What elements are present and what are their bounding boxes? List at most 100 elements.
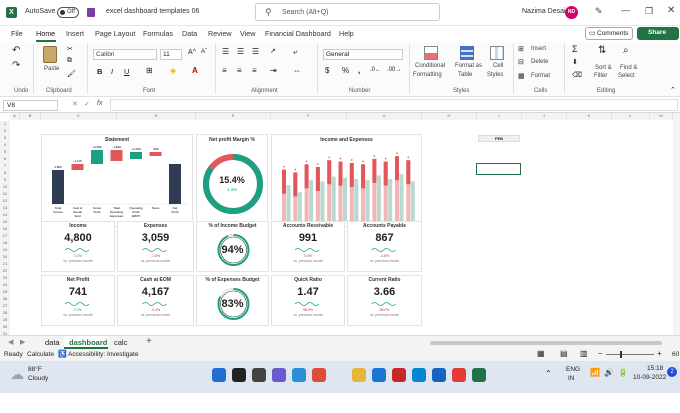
feb-cell[interactable]: FEB: [478, 135, 520, 142]
row-header-8[interactable]: 8: [0, 170, 10, 177]
increase-decimal-icon[interactable]: .0←: [370, 67, 381, 73]
row-header-15[interactable]: 15: [0, 219, 10, 226]
format-as-table-icon[interactable]: [460, 46, 474, 60]
clock-time[interactable]: 15:18: [647, 365, 663, 372]
spreadsheet-grid[interactable]: ABCDEFGHIJKLMN 1234567891011121314151617…: [0, 113, 680, 338]
insert-cells-icon[interactable]: ⊞: [518, 45, 524, 53]
row-header-14[interactable]: 14: [0, 212, 10, 219]
paste-icon[interactable]: [43, 46, 57, 63]
minimize-icon[interactable]: —: [621, 5, 630, 15]
column-header-k[interactable]: K: [567, 113, 612, 120]
borders-icon[interactable]: ⊞: [146, 66, 153, 75]
tray-chevron-icon[interactable]: ⌃: [545, 369, 552, 378]
status-accessibility[interactable]: Accessibility: Investigate: [68, 351, 138, 358]
column-header-a[interactable]: A: [10, 113, 20, 120]
menu-financial-dashboard[interactable]: Financial Dashboard: [265, 29, 331, 38]
align-middle-icon[interactable]: ☰: [237, 47, 244, 56]
task-view-icon[interactable]: [252, 368, 266, 382]
column-header-f[interactable]: F: [271, 113, 347, 120]
align-center-icon[interactable]: ≡: [237, 66, 242, 75]
accessibility-icon[interactable]: ♿: [58, 350, 67, 358]
fx-icon[interactable]: fx: [97, 100, 102, 107]
menu-insert[interactable]: Insert: [66, 29, 84, 38]
format-table-label-2[interactable]: Table: [458, 72, 472, 78]
zoom-in-icon[interactable]: +: [657, 349, 662, 358]
page-break-view-icon[interactable]: ▥: [580, 349, 588, 358]
row-header-12[interactable]: 12: [0, 198, 10, 205]
fill-color-icon[interactable]: ◈: [170, 66, 176, 75]
column-header-e[interactable]: E: [196, 113, 271, 120]
comma-icon[interactable]: ,: [358, 66, 360, 75]
chrome-alt-icon[interactable]: [452, 368, 466, 382]
menu-home[interactable]: Home: [36, 29, 55, 38]
row-header-7[interactable]: 7: [0, 163, 10, 170]
row-header-27[interactable]: 27: [0, 303, 10, 310]
row-header-28[interactable]: 28: [0, 310, 10, 317]
cell-styles-label-2[interactable]: Styles: [487, 72, 503, 78]
row-header-1[interactable]: 1: [0, 121, 10, 128]
app-square-icon[interactable]: [432, 368, 446, 382]
format-cells-label[interactable]: Format: [531, 73, 550, 79]
row-header-30[interactable]: 30: [0, 324, 10, 331]
start-icon[interactable]: [212, 368, 226, 382]
insert-cells-label[interactable]: Insert: [531, 46, 546, 52]
delete-cells-label[interactable]: Delete: [531, 59, 548, 65]
cancel-formula-icon[interactable]: ✕: [72, 100, 78, 108]
decrease-font-icon[interactable]: Aˇ: [201, 49, 207, 55]
row-header-4[interactable]: 4: [0, 142, 10, 149]
page-layout-view-icon[interactable]: ▤: [560, 349, 568, 358]
comments-button[interactable]: ▭ Comments: [585, 27, 633, 40]
conditional-formatting-icon[interactable]: [424, 46, 438, 60]
row-header-23[interactable]: 23: [0, 275, 10, 282]
wifi-icon[interactable]: 📶: [590, 368, 600, 377]
menu-review[interactable]: Review: [208, 29, 232, 38]
fill-icon[interactable]: ⬇: [572, 58, 578, 66]
menu-help[interactable]: Help: [339, 29, 354, 38]
align-left-icon[interactable]: ≡: [222, 66, 227, 75]
battery-icon[interactable]: 🔋: [618, 368, 628, 377]
align-right-icon[interactable]: ≡: [252, 66, 257, 75]
increase-font-icon[interactable]: A^: [188, 49, 196, 56]
percent-icon[interactable]: %: [342, 66, 349, 75]
column-header-h[interactable]: H: [422, 113, 477, 120]
sort-label-1[interactable]: Sort &: [595, 65, 612, 71]
row-header-22[interactable]: 22: [0, 268, 10, 275]
selected-cell[interactable]: [476, 163, 521, 175]
row-header-18[interactable]: 18: [0, 240, 10, 247]
column-header-b[interactable]: B: [20, 113, 41, 120]
font-color-icon[interactable]: A: [192, 66, 198, 75]
vertical-scrollbar[interactable]: [673, 113, 680, 335]
excel-taskbar-icon[interactable]: [472, 368, 486, 382]
row-header-11[interactable]: 11: [0, 191, 10, 198]
volume-icon[interactable]: 🔊: [604, 368, 614, 377]
autosave-toggle[interactable]: Off: [57, 7, 79, 18]
bold-icon[interactable]: B: [97, 67, 102, 76]
collapse-ribbon-icon[interactable]: ⌃: [670, 86, 676, 94]
sheet-tab-data[interactable]: data: [45, 338, 60, 347]
normal-view-icon[interactable]: ▦: [537, 349, 545, 358]
currency-icon[interactable]: $: [325, 66, 329, 75]
app-l-icon[interactable]: [372, 368, 386, 382]
search-box[interactable]: ⚲ Search (Alt+Q): [255, 3, 440, 21]
column-header-j[interactable]: J: [522, 113, 567, 120]
row-header-25[interactable]: 25: [0, 289, 10, 296]
confirm-formula-icon[interactable]: ✓: [84, 100, 90, 108]
prev-sheet-icon[interactable]: ◀: [8, 338, 13, 346]
sheet-tab-calc[interactable]: calc: [114, 338, 127, 347]
next-sheet-icon[interactable]: ▶: [20, 338, 25, 346]
cell-styles-label-1[interactable]: Cell: [493, 63, 503, 69]
name-box[interactable]: V8: [3, 100, 58, 111]
sort-filter-icon[interactable]: ⇅: [598, 45, 606, 56]
paste-label[interactable]: Paste: [44, 66, 59, 72]
wrap-text-icon[interactable]: ⤶: [293, 47, 297, 57]
weather-desc[interactable]: Cloudy: [28, 375, 48, 382]
column-header-g[interactable]: G: [347, 113, 422, 120]
avatar[interactable]: ND: [565, 6, 578, 19]
autosum-icon[interactable]: Σ: [572, 44, 578, 54]
align-top-icon[interactable]: ☰: [222, 47, 229, 56]
align-bottom-icon[interactable]: ☰: [252, 47, 259, 56]
row-header-3[interactable]: 3: [0, 135, 10, 142]
chat-icon[interactable]: [272, 368, 286, 382]
edge-icon[interactable]: [292, 368, 306, 382]
photos-icon[interactable]: [412, 368, 426, 382]
